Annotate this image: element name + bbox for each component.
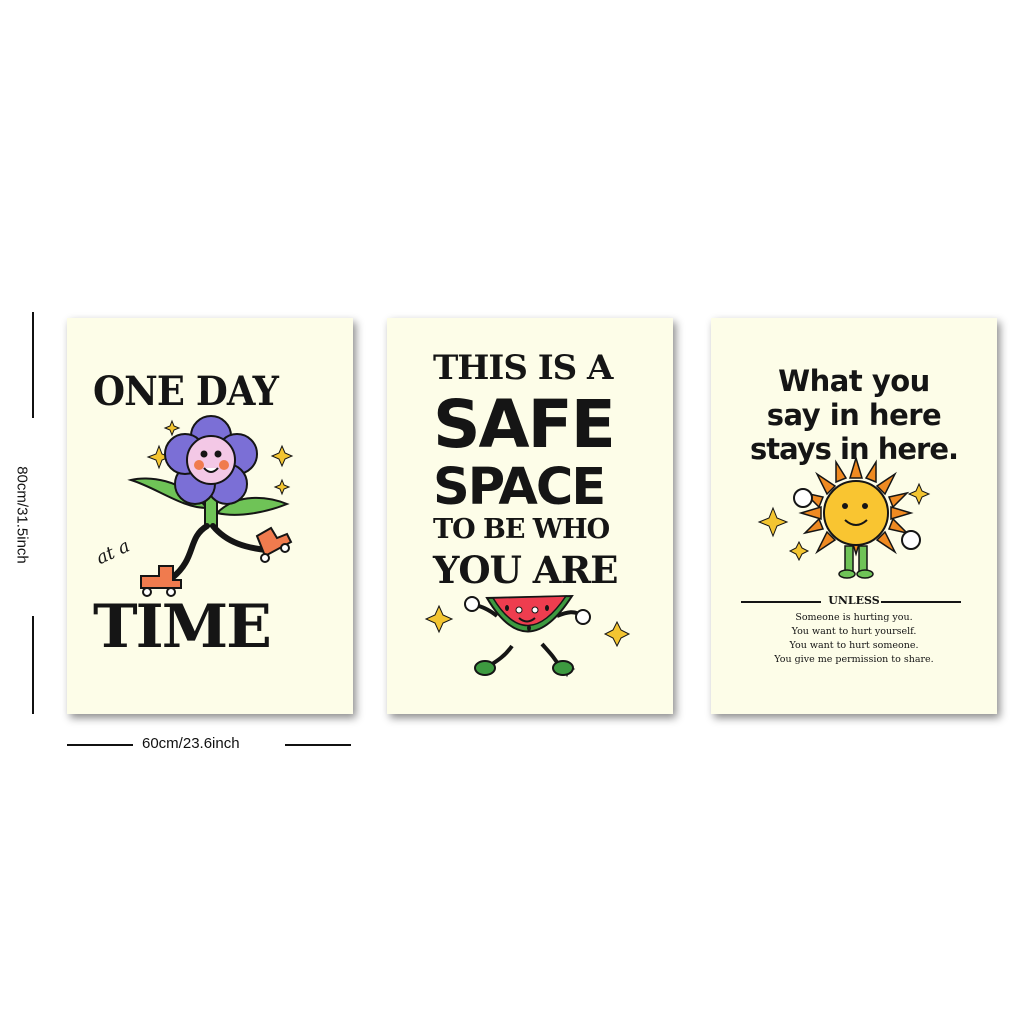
- poster-3-line-2: say in here: [766, 398, 942, 432]
- condition-4: You give me permission to share.: [774, 654, 934, 665]
- poster-3-line-1: What you: [778, 364, 930, 398]
- height-dimension-line-top: [32, 312, 34, 418]
- condition-3: You want to hurt someone.: [789, 640, 919, 651]
- poster-one-day-at-a-time: ONE DAY at a TIME: [67, 318, 353, 714]
- poster-safe-space: THIS IS A SAFE SPACE TO BE WHO YOU ARE: [387, 318, 673, 714]
- poster-2-line-2: SAFE: [433, 386, 616, 463]
- smiling-sun-illustration: [757, 455, 931, 579]
- sun-face: [823, 480, 889, 546]
- poster-what-you-say: What you say in here stays in here. UNLE…: [711, 318, 997, 714]
- flower-head: [164, 415, 258, 505]
- poster-2-line-4: TO BE WHO: [433, 514, 610, 545]
- width-dimension-line-right: [285, 744, 351, 746]
- roller-skating-flower-illustration: [127, 415, 294, 597]
- unless-label: UNLESS: [828, 594, 880, 607]
- condition-2: You want to hurt yourself.: [791, 626, 917, 637]
- poster-1-line-3: TIME: [93, 592, 272, 662]
- condition-1: Someone is hurting you.: [795, 612, 913, 623]
- height-dimension-line-bottom: [32, 616, 34, 714]
- width-dimension-line-left: [67, 744, 133, 746]
- width-dimension-label: 60cm/23.6inch: [142, 735, 240, 752]
- roller-skate-icon: [140, 526, 293, 597]
- poster-2-line-1: THIS IS A: [433, 348, 613, 388]
- poster-2-line-3: SPACE: [433, 458, 606, 517]
- walking-watermelon-illustration: [424, 594, 631, 678]
